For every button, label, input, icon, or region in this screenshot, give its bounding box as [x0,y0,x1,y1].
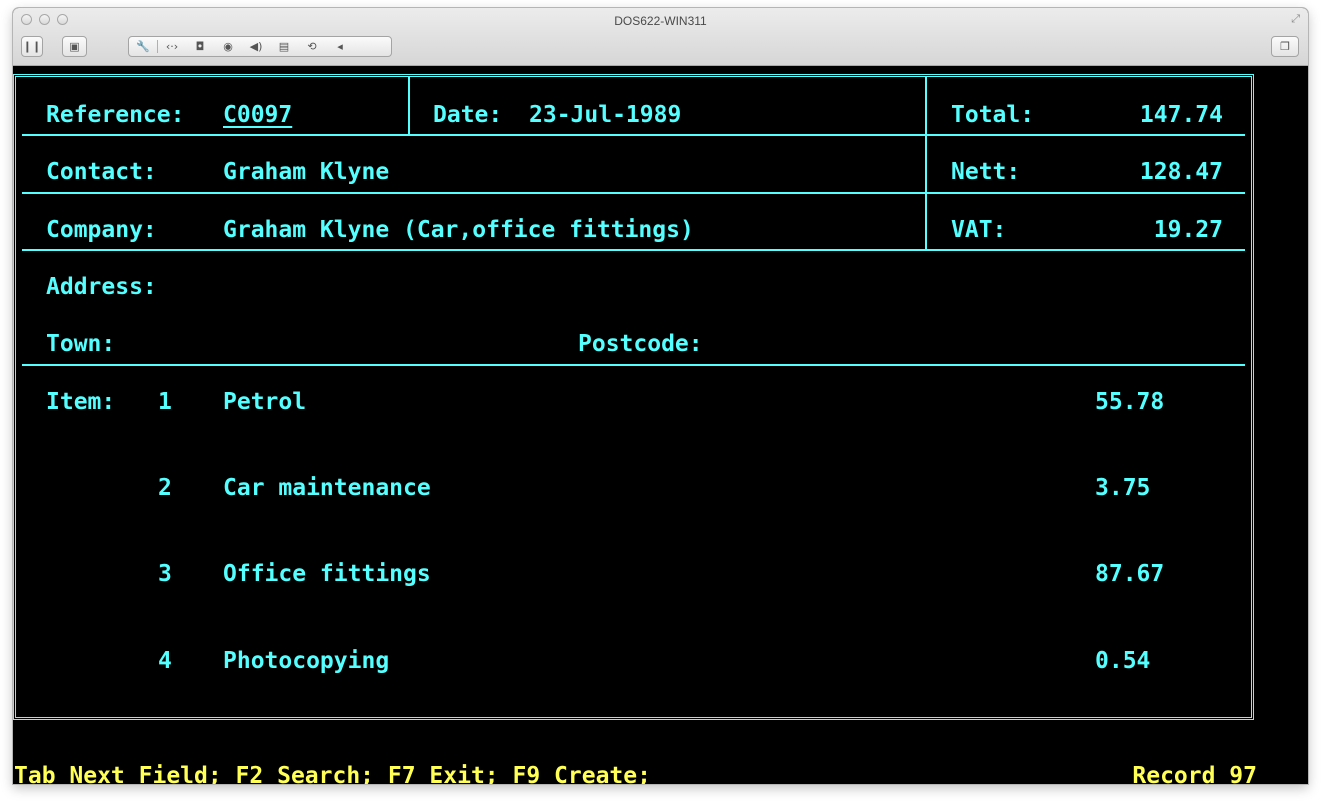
device-toolbar: 🔧 ‹·› ◘ ◉ ◀) ▤ ⟲ ◂ [128,36,392,57]
window-title: DOS622-WIN311 [614,14,707,28]
item-number: 4 [158,648,172,674]
usb-icon[interactable]: ⟲ [298,40,326,53]
snapshot-button[interactable]: ▣ [62,36,87,57]
view-mode-button[interactable]: ❐ [1271,36,1299,57]
record-indicator: Record 97 [1132,763,1257,784]
form-frame [13,74,1254,720]
item-label: Item: [46,389,116,415]
total-label: Total: [951,102,1035,128]
address-label: Address: [46,274,157,300]
date-field[interactable]: 23-Jul-1989 [529,102,681,128]
item-amount-field[interactable]: 87.67 [1095,561,1164,587]
item-number: 3 [158,561,172,587]
item-description-field[interactable]: Photocopying [223,648,389,674]
item-description-field[interactable]: Office fittings [223,561,431,587]
row-divider [22,249,1245,251]
column-divider [408,77,410,135]
reference-field[interactable]: C0097 [223,102,292,128]
settings-wrench-icon[interactable]: 🔧 [129,40,157,53]
postcode-label: Postcode: [578,331,703,357]
sound-icon[interactable]: ◀) [242,40,270,53]
title-bar[interactable]: DOS622-WIN311 ⤢ ❙❙ ▣ 🔧 ‹·› ◘ ◉ ◀) ▤ ⟲ ◂ … [13,8,1308,66]
item-amount-field[interactable]: 55.78 [1095,389,1164,415]
item-description-field[interactable]: Petrol [223,389,306,415]
snapshot-icon: ▣ [69,40,80,53]
floppy-icon[interactable]: ▤ [270,40,298,53]
hard-disk-icon[interactable]: ◘ [186,40,214,53]
row-divider [22,364,1245,366]
contact-field[interactable]: Graham Klyne [223,159,389,185]
collapse-arrow-icon[interactable]: ◂ [326,40,354,53]
item-amount-field[interactable]: 0.54 [1095,648,1150,674]
date-label: Date: [433,102,503,128]
dos-screen: Reference: C0097 Date: 23-Jul-1989 Total… [13,66,1308,784]
town-label: Town: [46,331,116,357]
total-value: 147.74 [1139,102,1223,128]
vat-label: VAT: [951,217,1007,243]
row-divider [22,192,1245,194]
network-icon[interactable]: ‹·› [158,40,186,53]
item-amount-field[interactable]: 3.75 [1095,475,1150,501]
cd-rom-icon[interactable]: ◉ [214,40,242,53]
nett-label: Nett: [951,159,1021,185]
pause-icon: ❙❙ [22,40,42,53]
vm-window: DOS622-WIN311 ⤢ ❙❙ ▣ 🔧 ‹·› ◘ ◉ ◀) ▤ ⟲ ◂ … [13,8,1308,784]
reference-value: C0097 [223,102,293,128]
company-field[interactable]: Graham Klyne (Car,office fittings) [223,217,694,243]
column-divider [925,77,927,250]
item-description-field[interactable]: Car maintenance [223,475,431,501]
company-label: Company: [46,217,157,243]
window-mode-icon: ❐ [1280,40,1290,53]
nett-value: 128.47 [1139,159,1223,185]
pause-button[interactable]: ❙❙ [21,36,43,57]
contact-label: Contact: [46,159,157,185]
item-number: 2 [158,475,172,501]
reference-label: Reference: [46,102,185,128]
fullscreen-icon[interactable]: ⤢ [1291,12,1300,26]
vat-value: 19.27 [1153,217,1223,243]
function-key-hints: Tab Next Field; F2 Search; F7 Exit; F9 C… [14,763,651,784]
item-number: 1 [158,389,172,415]
row-divider [22,134,1245,136]
